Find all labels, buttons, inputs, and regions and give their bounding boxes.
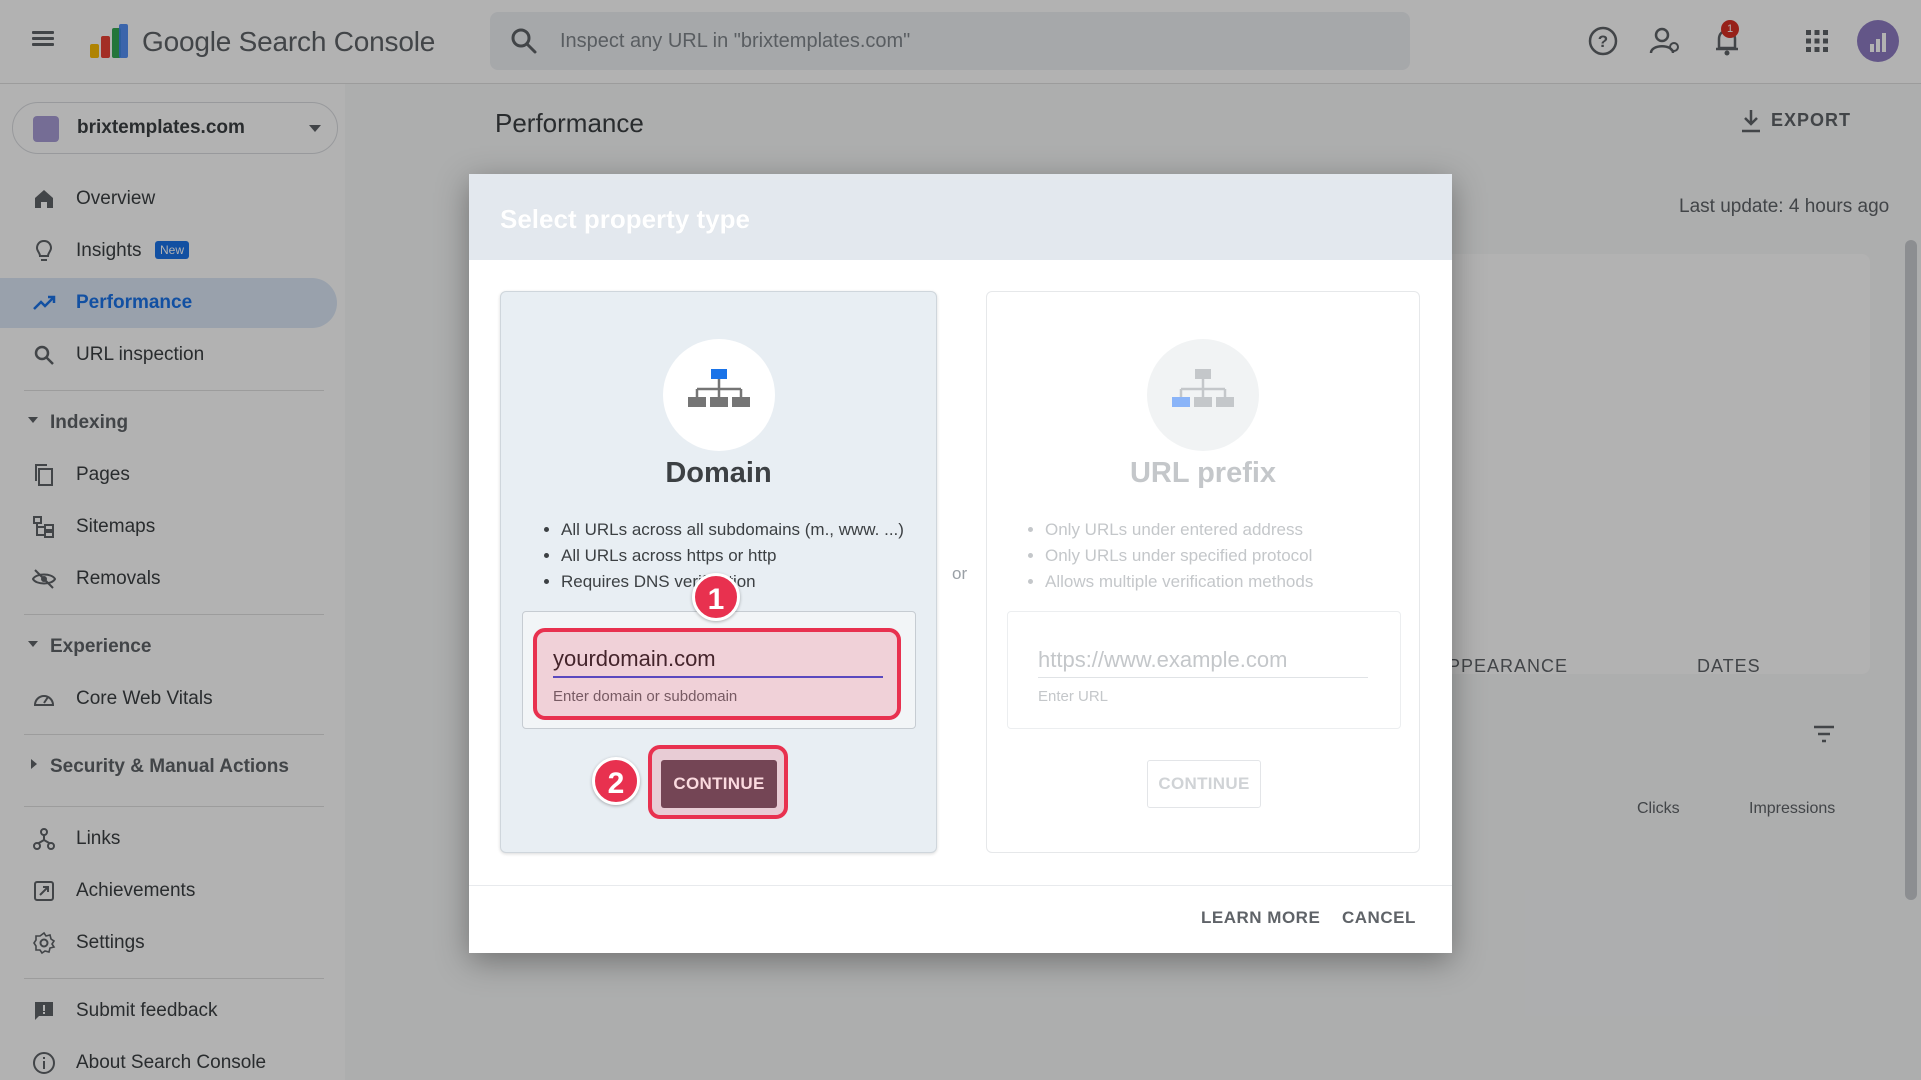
url-prefix-option-card[interactable]: URL prefix Only URLs under entered addre… [986,291,1420,853]
step-1-marker: 1 [692,573,740,621]
input-highlight-box [533,628,901,720]
url-prefix-input-container: Enter URL [1007,611,1401,729]
url-prefix-bullets: Only URLs under entered address Only URL… [1045,517,1313,595]
url-prefix-input-hint: Enter URL [1038,688,1109,705]
continue-highlight-box [648,745,788,819]
domain-heading: Domain [665,457,772,489]
sitemap-hierarchy-icon [1172,369,1234,407]
list-item: Only URLs under entered address [1045,517,1313,543]
list-item: All URLs across https or http [561,543,904,569]
dialog-footer: LEARN MORE CANCEL [469,885,1452,953]
dialog-title: Select property type [500,204,750,234]
domain-icon-circle [663,339,775,451]
url-prefix-continue-button[interactable]: CONTINUE [1147,760,1261,808]
select-property-dialog: Select property type Domain All URLs acr… [469,174,1452,953]
step-2-marker: 2 [592,757,640,805]
learn-more-button[interactable]: LEARN MORE [1201,908,1320,928]
url-prefix-input[interactable] [1038,642,1368,678]
sitemap-hierarchy-icon [688,369,750,407]
list-item: All URLs across all subdomains (m., www.… [561,517,904,543]
url-prefix-heading: URL prefix [1129,457,1277,489]
dialog-header: Select property type [469,174,1452,260]
list-item: Allows multiple verification methods [1045,569,1313,595]
list-item: Only URLs under specified protocol [1045,543,1313,569]
url-prefix-icon-circle [1147,339,1259,451]
cancel-button[interactable]: CANCEL [1342,908,1416,928]
or-separator: or [952,564,968,583]
